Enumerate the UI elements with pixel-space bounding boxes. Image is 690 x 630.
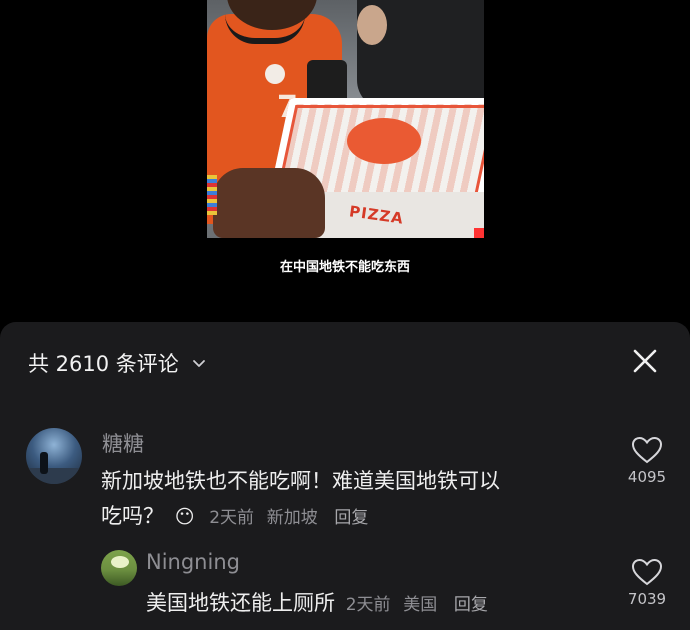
- avatar[interactable]: [26, 428, 82, 484]
- close-icon[interactable]: [630, 346, 660, 376]
- like-count: 7039: [627, 590, 667, 608]
- comment-time: 2天前: [209, 508, 255, 528]
- avatar-sun: [111, 556, 129, 568]
- like-button[interactable]: 7039: [622, 558, 672, 608]
- comments-count-toggle[interactable]: 共 2610 条评论: [28, 348, 207, 378]
- chevron-down-icon: [192, 360, 205, 367]
- comment-time: 2天前: [345, 595, 391, 615]
- avatar-figure: [40, 452, 48, 474]
- video-player[interactable]: 7 PIZZA 在中国地铁不能吃东西: [0, 0, 690, 322]
- heart-icon: [631, 558, 663, 586]
- comments-title: 共 2610 条评论: [28, 352, 179, 376]
- video-subtitle: 在中国地铁不能吃东西: [279, 260, 410, 275]
- like-button[interactable]: 4095: [622, 436, 672, 486]
- avatar[interactable]: [101, 550, 137, 586]
- comment-text-body: 美国地铁还能上厕所: [146, 591, 335, 615]
- video-red-badge: [474, 228, 484, 238]
- comment-text-continuation: 吃吗？: [101, 504, 164, 528]
- ghost-emoji-icon: 😶: [174, 506, 195, 528]
- comment-text-line2: 吃吗？ 😶 2天前 新加坡 回复: [101, 499, 368, 535]
- comment-text-line1: 新加坡地铁也不能吃啊！难道美国地铁可以: [101, 469, 500, 493]
- video-background-face: [357, 5, 387, 45]
- video-box-logo: [347, 118, 421, 164]
- reply-button[interactable]: 回复: [334, 508, 368, 528]
- avatar-ground: [26, 468, 82, 484]
- comment-location: 新加坡: [266, 508, 318, 528]
- video-frame[interactable]: 7 PIZZA: [207, 0, 484, 238]
- comment-location: 美国: [403, 595, 438, 615]
- reply-button[interactable]: 回复: [454, 595, 488, 615]
- comment-username[interactable]: Ningning: [146, 550, 240, 574]
- video-hands: [213, 168, 325, 238]
- like-count: 4095: [627, 468, 667, 486]
- comment-username[interactable]: 糖糖: [102, 428, 144, 458]
- comment-text: 美国地铁还能上厕所 2天前 美国 回复: [146, 586, 488, 622]
- video-shirt-badge: [265, 64, 285, 84]
- video-bracelet: [207, 175, 217, 215]
- heart-icon: [631, 436, 663, 464]
